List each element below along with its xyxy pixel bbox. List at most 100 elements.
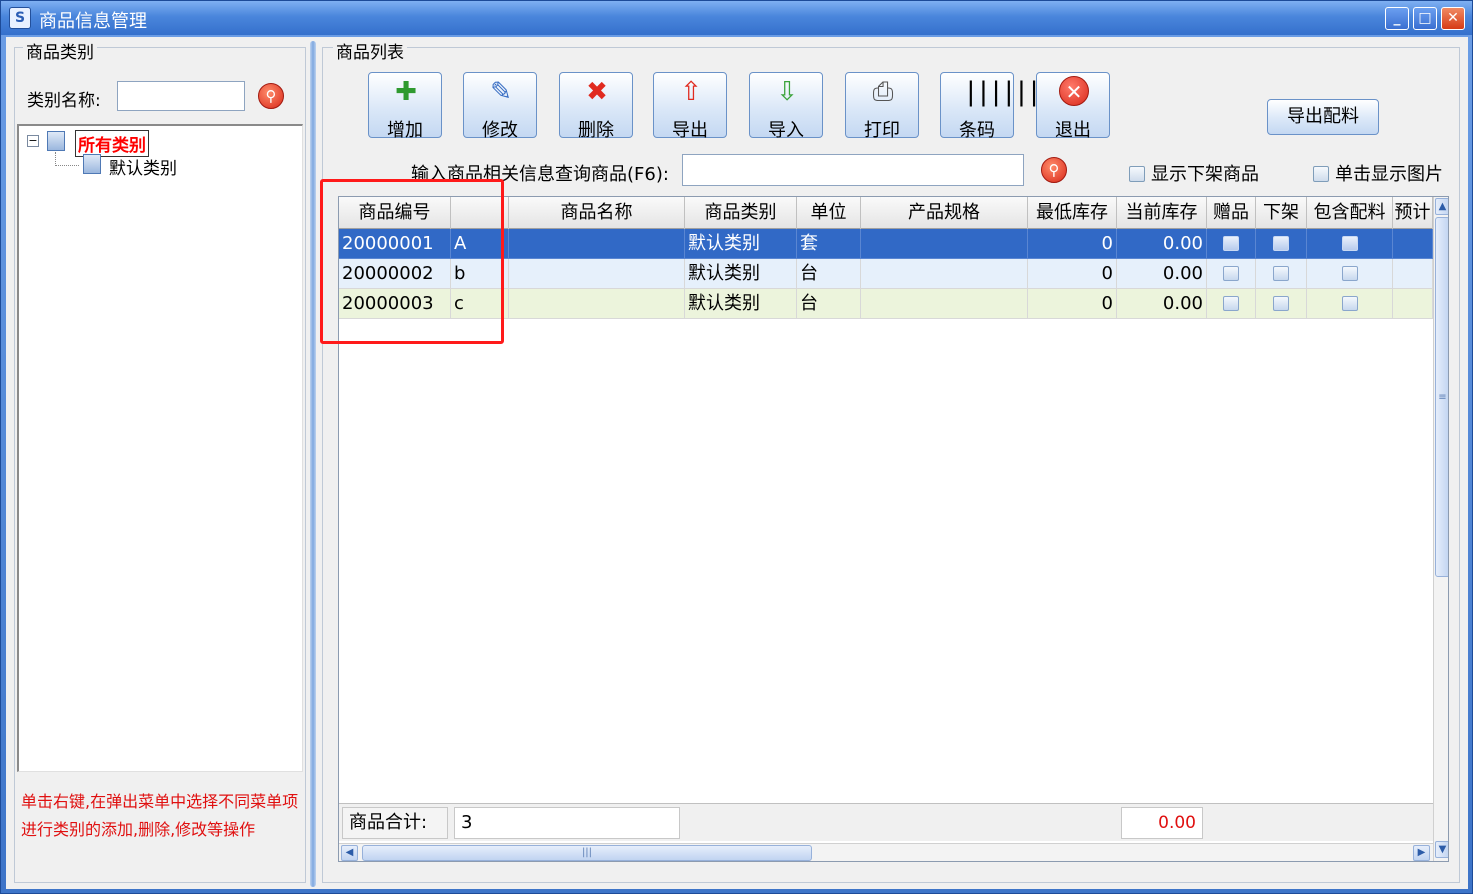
cell-estimate[interactable] bbox=[1393, 229, 1433, 259]
col-header-blank[interactable] bbox=[451, 197, 509, 229]
cell-name-short[interactable]: b bbox=[451, 259, 509, 289]
product-search-icon[interactable]: ⚲ bbox=[1041, 157, 1067, 183]
checkbox-icon[interactable] bbox=[1273, 266, 1289, 281]
category-group-title: 商品类别 bbox=[23, 38, 97, 63]
show-image-checkbox[interactable]: 单击显示图片 bbox=[1313, 160, 1443, 186]
checkbox-icon[interactable] bbox=[1273, 236, 1289, 251]
cell-category[interactable]: 默认类别 bbox=[685, 259, 797, 289]
checkbox-icon[interactable] bbox=[1223, 296, 1239, 311]
col-header-gift[interactable]: 赠品 bbox=[1207, 197, 1256, 229]
cell-spec[interactable] bbox=[861, 289, 1028, 319]
tree-node-default-category[interactable]: 默认类别 bbox=[109, 154, 177, 179]
import-button[interactable]: ⇩ 导入 bbox=[749, 72, 823, 141]
scroll-left-icon[interactable]: ◀ bbox=[341, 845, 358, 861]
cell-category[interactable]: 默认类别 bbox=[685, 229, 797, 259]
category-name-input[interactable] bbox=[117, 81, 245, 111]
cell-ingredients[interactable] bbox=[1307, 229, 1393, 259]
cell-name[interactable] bbox=[509, 259, 685, 289]
vertical-scroll-thumb[interactable]: ≡ bbox=[1435, 217, 1448, 577]
category-tree[interactable]: − 所有类别 默认类别 bbox=[17, 124, 303, 772]
add-button[interactable]: ✚ 增加 bbox=[368, 72, 442, 141]
product-grid[interactable]: 商品编号 商品名称 商品类别 单位 产品规格 最低库存 当前库存 赠品 下架 包… bbox=[338, 196, 1449, 862]
cell-estimate[interactable] bbox=[1393, 289, 1433, 319]
horizontal-scroll-thumb[interactable]: ||| bbox=[362, 845, 812, 861]
cell-unit[interactable]: 台 bbox=[797, 259, 861, 289]
checkbox-icon[interactable] bbox=[1273, 296, 1289, 311]
show-offshelf-checkbox[interactable]: 显示下架商品 bbox=[1129, 160, 1259, 186]
table-row[interactable]: 20000002 b 默认类别 台 0 0.00 bbox=[339, 259, 1433, 289]
show-image-label: 单击显示图片 bbox=[1335, 164, 1443, 185]
col-header-estimate[interactable]: 预计 bbox=[1393, 197, 1433, 229]
panel-splitter[interactable] bbox=[310, 41, 316, 887]
product-panel: 商品列表 ✚ 增加 ✎ 修改 ✖ 删除 ⇧ 导出 ⇩ 导入 ⎙ 打印 |||||… bbox=[322, 38, 1460, 883]
cell-unit[interactable]: 套 bbox=[797, 229, 861, 259]
col-header-ingredients[interactable]: 包含配料 bbox=[1307, 197, 1393, 229]
minimize-button[interactable]: _ bbox=[1385, 7, 1409, 30]
tree-node-all-categories[interactable]: 所有类别 bbox=[75, 130, 149, 157]
cell-current-stock[interactable]: 0.00 bbox=[1117, 259, 1207, 289]
checkbox-icon[interactable] bbox=[1341, 296, 1358, 311]
cell-offshelf[interactable] bbox=[1256, 289, 1307, 319]
cell-spec[interactable] bbox=[861, 259, 1028, 289]
cell-current-stock[interactable]: 0.00 bbox=[1117, 229, 1207, 259]
cell-name-short[interactable]: c bbox=[451, 289, 509, 319]
cell-offshelf[interactable] bbox=[1256, 259, 1307, 289]
horizontal-scrollbar[interactable]: ◀ ||| ▶ bbox=[339, 843, 1433, 861]
cell-current-stock[interactable]: 0.00 bbox=[1117, 289, 1207, 319]
scroll-down-icon[interactable]: ▼ bbox=[1435, 841, 1448, 858]
vertical-scrollbar[interactable]: ▲ ≡ ▼ bbox=[1433, 197, 1448, 861]
checkbox-icon[interactable] bbox=[1223, 266, 1239, 281]
cell-gift[interactable] bbox=[1207, 259, 1256, 289]
delete-button[interactable]: ✖ 删除 bbox=[559, 72, 633, 141]
scroll-up-icon[interactable]: ▲ bbox=[1435, 198, 1448, 215]
cell-name[interactable] bbox=[509, 229, 685, 259]
edit-button[interactable]: ✎ 修改 bbox=[463, 72, 537, 141]
cell-category[interactable]: 默认类别 bbox=[685, 289, 797, 319]
cell-ingredients[interactable] bbox=[1307, 289, 1393, 319]
scroll-right-icon[interactable]: ▶ bbox=[1413, 845, 1430, 861]
client-area: 商品类别 类别名称: ⚲ − 所有类别 默认类别 单击右键,在弹出菜单中选择不同… bbox=[6, 37, 1468, 889]
exit-button-label: 退出 bbox=[1055, 120, 1091, 141]
barcode-button[interactable]: |||||| 条码 bbox=[940, 72, 1042, 141]
cell-unit[interactable]: 台 bbox=[797, 289, 861, 319]
cell-estimate[interactable] bbox=[1393, 259, 1433, 289]
close-button[interactable]: ✕ bbox=[1441, 7, 1465, 30]
cell-code[interactable]: 20000002 bbox=[339, 259, 451, 289]
cell-min-stock[interactable]: 0 bbox=[1028, 229, 1117, 259]
category-search-icon[interactable]: ⚲ bbox=[258, 83, 284, 109]
cell-min-stock[interactable]: 0 bbox=[1028, 259, 1117, 289]
tree-collapse-icon[interactable]: − bbox=[27, 135, 39, 147]
cell-code[interactable]: 20000003 bbox=[339, 289, 451, 319]
col-header-current-stock[interactable]: 当前库存 bbox=[1117, 197, 1207, 229]
cell-ingredients[interactable] bbox=[1307, 259, 1393, 289]
cell-gift[interactable] bbox=[1207, 289, 1256, 319]
col-header-unit[interactable]: 单位 bbox=[797, 197, 861, 229]
cell-min-stock[interactable]: 0 bbox=[1028, 289, 1117, 319]
cell-name-short[interactable]: A bbox=[451, 229, 509, 259]
col-header-min-stock[interactable]: 最低库存 bbox=[1028, 197, 1117, 229]
col-header-code[interactable]: 商品编号 bbox=[339, 197, 451, 229]
cell-spec[interactable] bbox=[861, 229, 1028, 259]
table-row[interactable]: 20000003 c 默认类别 台 0 0.00 bbox=[339, 289, 1433, 319]
tree-connector bbox=[55, 152, 79, 166]
maximize-button[interactable]: □ bbox=[1413, 7, 1437, 30]
checkbox-icon[interactable] bbox=[1341, 236, 1358, 251]
cell-name[interactable] bbox=[509, 289, 685, 319]
cell-gift[interactable] bbox=[1207, 229, 1256, 259]
col-header-offshelf[interactable]: 下架 bbox=[1256, 197, 1307, 229]
col-header-category[interactable]: 商品类别 bbox=[685, 197, 797, 229]
cell-code[interactable]: 20000001 bbox=[339, 229, 451, 259]
export-button[interactable]: ⇧ 导出 bbox=[653, 72, 727, 141]
col-header-name[interactable]: 商品名称 bbox=[509, 197, 685, 229]
export-ingredients-button[interactable]: 导出配料 bbox=[1267, 99, 1379, 135]
exit-button[interactable]: ✕ 退出 bbox=[1036, 72, 1110, 141]
col-header-spec[interactable]: 产品规格 bbox=[861, 197, 1028, 229]
table-row[interactable]: 20000001 A 默认类别 套 0 0.00 bbox=[339, 229, 1433, 259]
checkbox-icon[interactable] bbox=[1341, 266, 1358, 281]
checkbox-icon[interactable] bbox=[1223, 236, 1239, 251]
print-button[interactable]: ⎙ 打印 bbox=[845, 72, 919, 141]
cell-offshelf[interactable] bbox=[1256, 229, 1307, 259]
product-search-input[interactable] bbox=[682, 154, 1024, 186]
window-title: 商品信息管理 bbox=[39, 11, 147, 32]
title-bar[interactable]: S 商品信息管理 _ □ ✕ bbox=[1, 1, 1472, 35]
